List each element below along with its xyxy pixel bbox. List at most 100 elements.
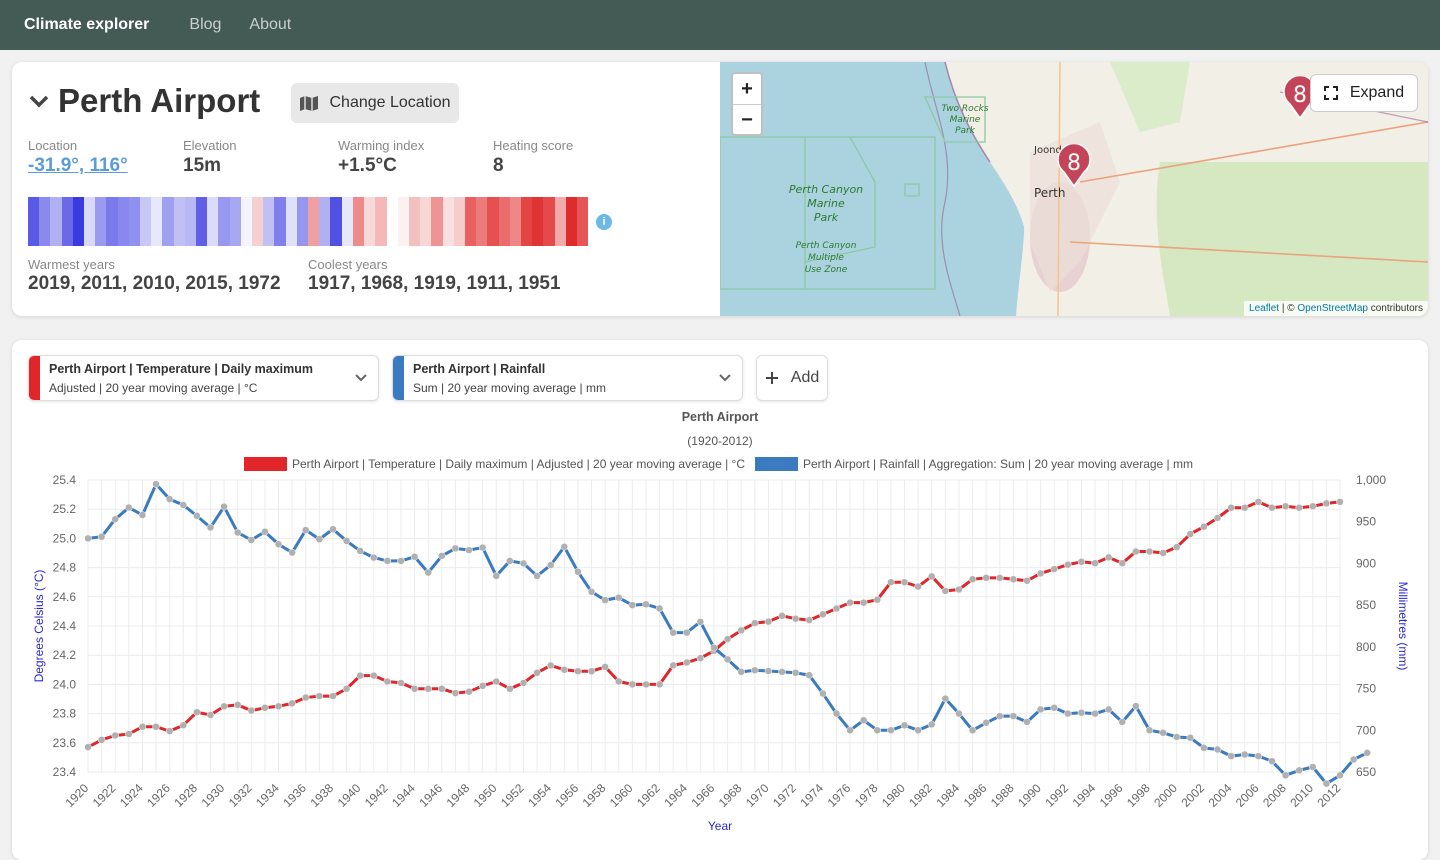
data-point	[791, 614, 800, 623]
tick-label: 23.6	[53, 736, 77, 750]
data-point	[642, 680, 650, 689]
data-point	[492, 572, 501, 580]
data-point	[655, 680, 664, 689]
tick-label: 1970	[743, 781, 772, 810]
tick-label: 1962	[634, 781, 663, 810]
tick-label: 1942	[362, 781, 391, 810]
data-point	[941, 694, 950, 703]
data-point	[1200, 522, 1208, 531]
data-point	[751, 666, 759, 674]
leaflet-link[interactable]: Leaflet	[1249, 303, 1279, 314]
x-axis-label: Year	[708, 819, 732, 833]
data-point	[247, 536, 256, 544]
stripe	[386, 197, 398, 246]
change-location-button[interactable]: Change Location	[291, 83, 459, 123]
stripe	[576, 197, 589, 246]
tick-label: 1944	[389, 781, 418, 810]
stripe	[95, 197, 107, 246]
data-point	[220, 502, 228, 511]
data-point	[819, 610, 827, 619]
data-point	[1050, 565, 1058, 573]
tick-label: 1988	[988, 781, 1017, 810]
tick-label: 1958	[580, 781, 609, 810]
tick-label: 1930	[199, 781, 228, 810]
data-point	[492, 677, 501, 686]
stripe	[128, 197, 141, 246]
tick-label: 1926	[144, 781, 173, 810]
data-point	[982, 719, 990, 727]
data-point	[138, 722, 147, 731]
data-point	[1064, 560, 1072, 569]
data-point	[111, 731, 119, 740]
data-point	[723, 635, 732, 643]
stripe	[196, 197, 208, 246]
data-point	[574, 667, 582, 676]
data-point	[1254, 498, 1263, 506]
warming-value: +1.5°C	[338, 155, 397, 176]
tick-label: 1994	[1070, 781, 1099, 810]
data-point	[356, 671, 364, 680]
expand-map-button[interactable]: Expand	[1310, 74, 1418, 112]
svg-text:Use Zone: Use Zone	[805, 265, 848, 275]
stripe	[543, 197, 555, 246]
zoom-out-button[interactable]: −	[733, 104, 761, 134]
stripe	[308, 197, 320, 246]
data-point	[410, 553, 419, 561]
tick-label: 1984	[933, 781, 962, 810]
chevron-down-icon[interactable]	[28, 90, 50, 112]
osm-link[interactable]: OpenStreetMap	[1297, 303, 1368, 314]
info-icon[interactable]: i	[596, 214, 612, 230]
stripe	[498, 197, 510, 246]
data-point	[274, 702, 283, 711]
data-point	[315, 692, 324, 700]
map-marker-icon[interactable]: 8	[1056, 144, 1092, 188]
stripe	[184, 197, 197, 246]
tick-label: 1,000	[1356, 473, 1386, 487]
data-point	[1336, 498, 1344, 506]
tick-label: 1964	[661, 781, 690, 810]
data-point	[451, 689, 460, 697]
data-point	[247, 706, 256, 715]
data-point	[165, 727, 174, 735]
data-point	[642, 600, 650, 609]
data-point	[601, 596, 609, 604]
data-point	[1322, 499, 1331, 508]
data-point	[1145, 726, 1154, 735]
stripe	[487, 197, 499, 246]
site-info-card: Perth Airport Change Location Location -…	[12, 62, 1428, 316]
nav-link-blog[interactable]: Blog	[189, 16, 221, 34]
data-point	[723, 655, 732, 664]
legend-swatch	[244, 457, 287, 471]
data-point	[1227, 503, 1235, 512]
stripe	[554, 197, 566, 246]
y-axis-label-right: Millimetres (mm)	[1396, 582, 1410, 671]
data-point	[887, 726, 895, 735]
warming-stripes	[28, 197, 589, 246]
heating-label: Heating score	[493, 138, 574, 153]
data-point	[955, 585, 963, 594]
data-point	[587, 667, 596, 676]
tick-label: 1940	[335, 781, 364, 810]
tick-label: 1936	[280, 781, 309, 810]
data-point	[1118, 718, 1127, 726]
data-point	[465, 546, 473, 554]
zoom-in-button[interactable]: +	[733, 74, 761, 104]
heating-value: 8	[493, 155, 504, 176]
nav-link-about[interactable]: About	[249, 16, 291, 34]
data-point	[152, 480, 160, 488]
data-point	[1009, 712, 1018, 720]
stripe	[453, 197, 465, 246]
coolest-value: 1917, 1968, 1919, 1911, 1951	[308, 273, 561, 294]
stripe	[39, 197, 51, 246]
brand-link[interactable]: Climate explorer	[24, 16, 149, 34]
map-icon	[299, 95, 318, 111]
data-point	[274, 540, 283, 548]
location-link[interactable]: -31.9°, 116°	[28, 155, 128, 177]
data-point	[968, 726, 977, 735]
data-point	[1227, 752, 1235, 760]
location-map[interactable]: Perth Canyon Marine Park Perth Canyon Mu…	[720, 62, 1428, 316]
data-point	[914, 582, 922, 591]
warmest-label: Warmest years	[28, 257, 115, 272]
svg-text:Two Rocks: Two Rocks	[941, 104, 988, 114]
marker-count-2: 8	[1293, 83, 1307, 108]
